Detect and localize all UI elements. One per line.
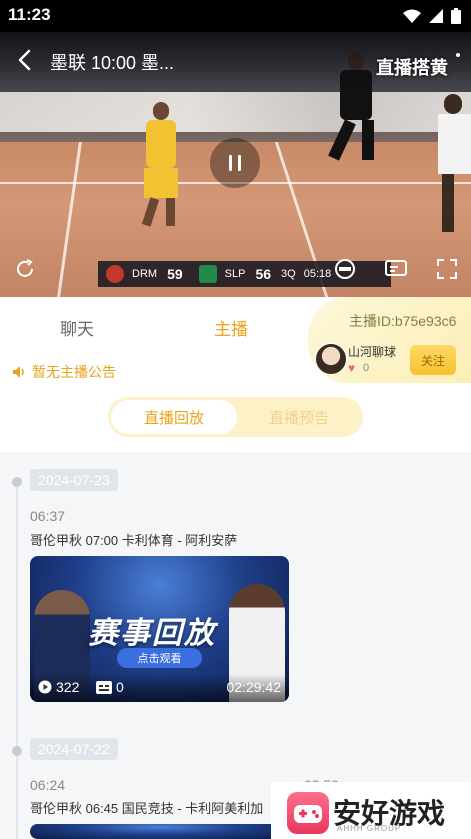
host-id: 主播ID:b75e93c6	[349, 313, 457, 329]
comment-icon	[96, 680, 112, 694]
watch-button[interactable]: 点击观看	[117, 648, 202, 668]
heart-icon: ♥	[348, 361, 356, 375]
game-controller-icon	[287, 792, 329, 834]
team-a-score: 59	[167, 266, 183, 282]
replay-segment-control: 直播回放 直播预告	[108, 397, 363, 437]
replay-time: 06:24	[30, 777, 66, 793]
danmaku-settings-icon[interactable]	[384, 258, 408, 280]
pause-icon-bar	[238, 155, 241, 171]
comments-count: 0	[116, 679, 124, 695]
replay-thumbnail[interactable]: 赛事回放 点击观看 322 0 02:29:42	[30, 556, 289, 702]
play-icon	[38, 680, 52, 694]
timeline-dot	[12, 477, 22, 487]
game-clock: 05:18	[303, 268, 332, 280]
segment-preview[interactable]: 直播预告	[238, 400, 360, 434]
team-b-name: SLP	[224, 268, 246, 280]
team-a-logo-icon	[106, 265, 124, 283]
video-ad-board	[0, 92, 471, 132]
segment-replay[interactable]: 直播回放	[111, 400, 237, 434]
timeline-line	[16, 480, 18, 839]
timeline-dot	[12, 746, 22, 756]
danmaku-toggle-icon[interactable]	[333, 258, 357, 280]
comments-stat: 0	[96, 679, 124, 695]
fullscreen-icon[interactable]	[436, 258, 458, 280]
back-icon[interactable]	[14, 48, 38, 72]
avatar[interactable]	[315, 343, 347, 375]
team-b-score: 56	[255, 266, 272, 282]
game-period: 3Q	[281, 268, 296, 280]
tab-host[interactable]: 主播	[214, 315, 248, 340]
replay-thumbnail[interactable]	[30, 824, 289, 839]
signal-icon	[429, 9, 443, 23]
brand-subtitle: AHHH GROUP	[337, 824, 402, 833]
replay-title: 哥伦甲秋 06:45 国民竞技 - 卡利阿美利加	[30, 801, 264, 816]
video-player[interactable]: 墨联 10:00 墨... 直播搭黄 DRM 59 SLP 56 3Q 05:1…	[0, 32, 471, 297]
host-name: 山河聊球	[348, 345, 397, 359]
team-a-name: DRM	[132, 268, 158, 280]
status-icons	[403, 8, 461, 24]
replay-title: 哥伦甲秋 07:00 卡利体育 - 阿利安萨	[30, 533, 238, 548]
status-bar: 11:23	[0, 0, 471, 32]
brand-watermark: 安好游戏 AHHH GROUP	[271, 782, 471, 839]
host-likes: 0	[363, 362, 370, 374]
replay-time: 06:37	[30, 508, 66, 524]
views-stat: 322	[38, 679, 79, 695]
pause-icon-bar	[229, 155, 232, 171]
date-chip: 2024-07-22	[30, 738, 118, 760]
battery-icon	[451, 8, 461, 24]
more-icon[interactable]	[455, 52, 461, 68]
notice-text: 暂无主播公告	[32, 364, 116, 380]
watermark-text: 直播搭黄	[376, 58, 448, 78]
status-time: 11:23	[8, 5, 51, 24]
host-card: 主播ID:b75e93c6 山河聊球 ♥ 0 关注	[308, 297, 471, 383]
video-title: 墨联 10:00 墨...	[50, 53, 175, 73]
video-player-figure	[140, 102, 182, 227]
thumbnail-title: 赛事回放	[88, 617, 216, 650]
tab-chat[interactable]: 聊天	[60, 315, 94, 340]
follow-button[interactable]: 关注	[410, 345, 456, 375]
date-chip: 2024-07-23	[30, 469, 118, 491]
replay-duration: 02:29:42	[226, 679, 282, 695]
video-player-figure-3	[438, 94, 471, 234]
refresh-icon[interactable]	[14, 258, 36, 280]
views-count: 322	[56, 679, 80, 695]
team-b-logo-icon	[198, 265, 217, 283]
replay-list: 2024-07-23 06:37 哥伦甲秋 07:00 卡利体育 - 阿利安萨 …	[0, 452, 471, 839]
wifi-icon	[403, 9, 421, 23]
speaker-icon	[13, 366, 24, 378]
host-notice: 暂无主播公告	[12, 362, 116, 382]
pause-button[interactable]	[210, 138, 260, 188]
